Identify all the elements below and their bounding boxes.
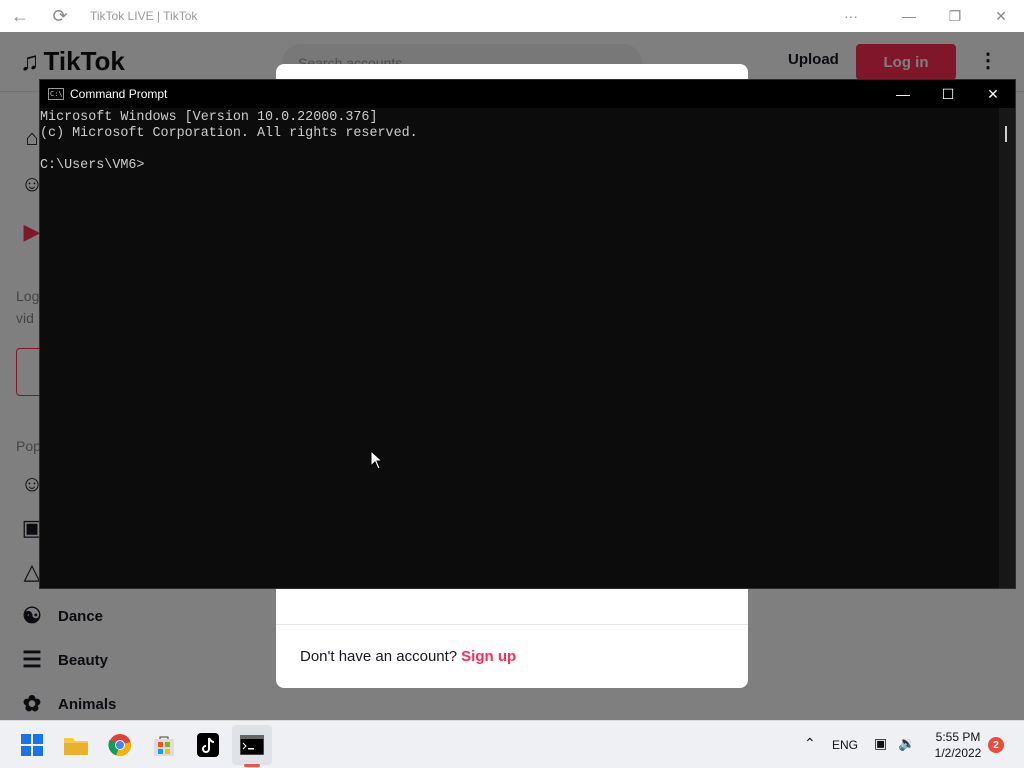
command-prompt-window[interactable]: C:\ Command Prompt — ☐ ✕ Microsoft Windo…	[39, 79, 1016, 589]
tiktok-icon[interactable]	[188, 725, 228, 765]
console-line: (c) Microsoft Corporation. All rights re…	[40, 126, 418, 141]
console-prompt-line: C:\Users\VM6>	[40, 158, 145, 173]
chevron-up-icon[interactable]: ⌃	[804, 735, 816, 752]
console-line: Microsoft Windows [Version 10.0.22000.37…	[40, 110, 378, 125]
browser-window-title: TikTok LIVE | TikTok	[90, 9, 198, 23]
scrollbar-thumb[interactable]	[1005, 126, 1007, 142]
taskbar: ⌃ ENG ▣ 🔉 5:55 PM 1/2/2022 2	[0, 720, 1024, 768]
cmd-console-output[interactable]: Microsoft Windows [Version 10.0.22000.37…	[40, 108, 1000, 588]
windows-start-icon[interactable]	[12, 725, 52, 765]
microsoft-store-icon[interactable]	[144, 725, 184, 765]
signup-link[interactable]: Sign up	[461, 648, 516, 665]
browser-title-bar: ← ⟳ TikTok LIVE | TikTok ··· — ❐ ✕	[0, 0, 1024, 32]
refresh-icon[interactable]: ⟳	[40, 0, 80, 32]
network-icon[interactable]: ▣	[874, 735, 887, 752]
language-indicator[interactable]: ENG	[832, 738, 858, 752]
notification-badge[interactable]: 2	[988, 737, 1004, 753]
minimize-icon[interactable]: —	[886, 0, 932, 32]
volume-icon[interactable]: 🔉	[898, 735, 915, 752]
cmd-window-title: Command Prompt	[70, 87, 168, 101]
system-clock[interactable]: 5:55 PM 1/2/2022	[930, 729, 986, 761]
clock-time: 5:55 PM	[935, 730, 981, 744]
minimize-icon[interactable]: —	[880, 80, 926, 108]
chrome-icon[interactable]	[100, 725, 140, 765]
mouse-cursor-icon	[370, 450, 384, 470]
cmd-scrollbar[interactable]	[999, 108, 1015, 588]
close-icon[interactable]: ✕	[970, 80, 1016, 108]
signup-prompt-text: Don't have an account?	[300, 648, 458, 665]
close-icon[interactable]: ✕	[978, 0, 1024, 32]
active-app-indicator	[244, 764, 260, 767]
command-prompt-icon: C:\	[48, 88, 64, 100]
modal-footer: Don't have an account? Sign up	[276, 624, 748, 688]
cmd-title-bar[interactable]: C:\ Command Prompt — ☐ ✕	[40, 80, 1015, 108]
maximize-icon[interactable]: ☐	[925, 80, 971, 108]
clock-date: 1/2/2022	[934, 746, 982, 760]
file-explorer-icon[interactable]	[56, 725, 96, 765]
restore-icon[interactable]: ❐	[932, 0, 978, 32]
command-prompt-icon[interactable]	[232, 725, 272, 765]
back-arrow-icon[interactable]: ←	[0, 0, 40, 32]
ellipsis-icon[interactable]: ···	[828, 0, 874, 32]
